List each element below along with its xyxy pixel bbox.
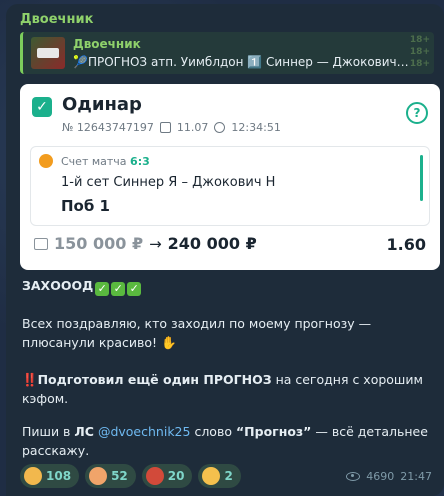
congrats-text: Всех поздравляю, кто заходил по моему пр… [22, 316, 372, 350]
check-emoji-icon: ✓ [127, 282, 142, 296]
reaction-button[interactable]: 2 [198, 464, 241, 488]
score-label: Счет матча [61, 155, 127, 168]
sender-name[interactable]: Двоечник [20, 12, 93, 27]
word-text: слово [190, 424, 236, 439]
write-prefix-text: Пиши в [22, 424, 75, 439]
score-line: Счет матча 6:3 [61, 155, 150, 168]
reactions-bar: 108 52 20 2 [20, 464, 241, 488]
double-exclamation-icon: ‼️ [22, 372, 38, 387]
message-footer: 4690 21:47 [346, 470, 432, 483]
calendar-icon [159, 122, 171, 133]
clock-icon [214, 122, 226, 133]
reply-decoration: 18+ 18+ 18+ [409, 35, 430, 69]
status-bar [420, 155, 423, 201]
reply-preview[interactable]: Двоечник 🎾ПРОГНОЗ атп. Уимблдон 1️⃣ Синн… [20, 32, 434, 74]
reply-thumbnail [31, 37, 65, 69]
message-time: 21:47 [400, 470, 432, 483]
bet-date: 11.07 [176, 121, 209, 134]
username-link[interactable]: @dvoechnik25 [98, 424, 191, 439]
stake-amount: 150 000 ₽ [54, 234, 144, 253]
bet-slip-image[interactable]: ✓ Одинар ? № 12643747197 11.07 12:34:51 … [20, 84, 440, 270]
match-name: 1-й сет Синнер Я – Джокович Н [61, 175, 276, 190]
bet-odds: 1.60 [386, 235, 426, 254]
checkmark-icon: ✓ [32, 97, 52, 117]
message-line-4: Пиши в ЛС @dvoechnik25 слово “Прогноз” —… [22, 422, 432, 460]
face-icon [89, 467, 108, 485]
bet-type: Одинар [62, 94, 142, 115]
message-line-2: Всех поздравляю, кто заходил по моему пр… [22, 314, 432, 352]
channel-post[interactable]: Двоечник Двоечник 🎾ПРОГНОЗ атп. Уимблдон… [6, 4, 444, 496]
check-emoji-icon: ✓ [95, 282, 110, 296]
red-face-icon [145, 467, 164, 485]
forecast-bold-text: Подготовил ещё один ПРОГНОЗ [37, 372, 272, 387]
bet-meta: № 12643747197 11.07 12:34:51 [62, 121, 281, 134]
bet-event: Счет матча 6:3 1-й сет Синнер Я – Джоков… [30, 146, 430, 226]
arrow-icon: → [149, 234, 162, 253]
reply-text: 🎾ПРОГНОЗ атп. Уимблдон 1️⃣ Синнер — Джок… [73, 55, 409, 69]
smiling-face-icon [24, 467, 42, 485]
view-count: 4690 [366, 470, 395, 483]
help-icon: ? [406, 102, 428, 124]
reaction-button[interactable]: 20 [141, 464, 193, 488]
reaction-button[interactable]: 108 [20, 464, 80, 488]
eye-icon [346, 472, 361, 481]
wallet-icon [34, 237, 48, 250]
reaction-count: 52 [111, 469, 128, 483]
message-line-1: ЗАХОООД ✓ ✓ ✓ [22, 276, 432, 296]
ls-text: ЛС [74, 424, 94, 439]
bet-amounts: 150 000 ₽ → 240 000 ₽ [34, 234, 257, 253]
message-line-3: ‼️Подготовил ещё один ПРОГНОЗ на сегодня… [22, 370, 432, 408]
win-amount: 240 000 ₽ [167, 234, 257, 253]
reply-title: Двоечник [73, 37, 141, 51]
bet-time: 12:34:51 [231, 121, 281, 134]
headline-text: ЗАХОООД [22, 278, 94, 293]
reaction-button[interactable]: 52 [85, 464, 136, 488]
sport-icon [39, 154, 53, 168]
cool-face-icon [202, 467, 221, 485]
score-value: 6:3 [130, 155, 150, 168]
bet-outcome: Поб 1 [61, 197, 110, 215]
bet-number: № 12643747197 [62, 121, 154, 134]
check-emoji-icon: ✓ [111, 282, 126, 296]
keyword-text: “Прогноз” [235, 424, 312, 439]
hand-emoji-icon: ✋ [161, 335, 177, 350]
reaction-count: 2 [224, 469, 233, 483]
reaction-count: 20 [167, 469, 185, 483]
reaction-count: 108 [46, 469, 72, 483]
